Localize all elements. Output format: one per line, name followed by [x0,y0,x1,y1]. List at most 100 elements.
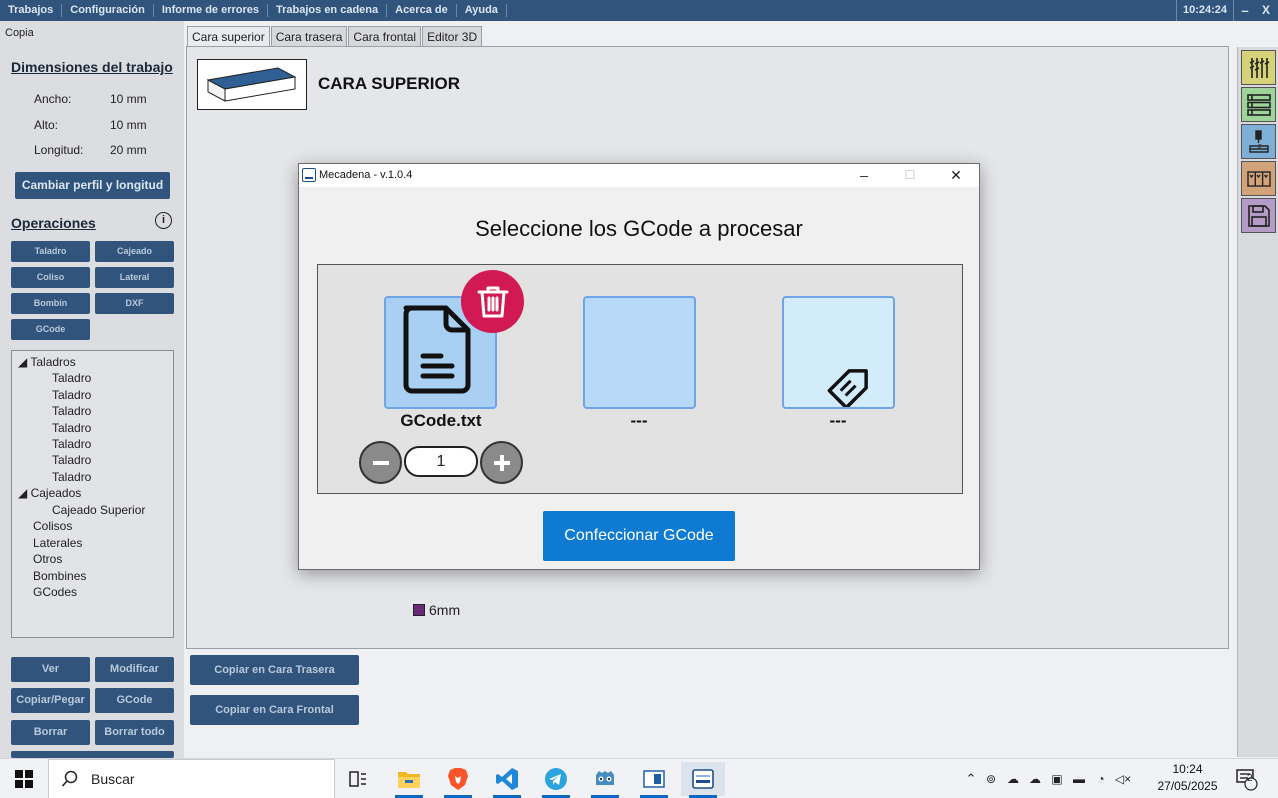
mecadena-app-icon [692,769,714,789]
change-profile-button[interactable]: Cambiar perfil y longitud [15,172,170,199]
tools-button[interactable] [1241,50,1276,85]
profiles-button[interactable] [1241,161,1276,196]
dimension-label: Ancho: [34,92,72,106]
modify-button[interactable]: Modificar [95,657,174,682]
tree-leaf-taladro[interactable]: Taladro [52,452,91,468]
gcode-slot-3-caption: --- [829,411,847,430]
op-taladro-button[interactable]: Taladro [11,241,90,262]
delete-all-button[interactable]: Borrar todo [95,720,174,745]
tree-node-laterales[interactable]: Laterales [33,535,82,551]
tray-chevron-icon[interactable]: ⌃ [962,771,980,787]
tree-node-gcodes[interactable]: GCodes [33,584,77,600]
left-panel: Copia Dimensiones del trabajo Ancho: 10 m… [0,21,184,758]
tree-leaf-taladro[interactable]: Taladro [52,387,91,403]
tree-node-taladros[interactable]: ◢ Taladros [18,354,76,370]
menu-acerca-de[interactable]: Acerca de [387,4,457,17]
tree-leaf-taladro[interactable]: Taladro [52,370,91,386]
copy-rear-face-button[interactable]: Copiar en Cara Trasera [190,655,359,685]
menu-configuracion[interactable]: Configuración [62,4,154,17]
telegram-button[interactable] [534,762,578,798]
op-gcode-button[interactable]: GCode [11,319,90,340]
create-gcode-button[interactable]: Confeccionar GCode [543,511,735,561]
delete-button[interactable]: Borrar [11,720,90,745]
brave-browser-button[interactable] [436,762,480,798]
op-lateral-button[interactable]: Lateral [95,267,174,288]
copy-paste-button[interactable]: Copiar/Pegar [11,688,90,713]
tray-volume-icon[interactable]: ◁× [1112,772,1134,786]
taskbar-time: 10:24 [1172,762,1203,776]
gcode-slot-3[interactable] [782,296,895,410]
save-button[interactable] [1241,198,1276,233]
app-window-button[interactable] [632,762,676,798]
tree-leaf-taladro[interactable]: Taladro [52,469,91,485]
drill-bits-icon [1249,57,1269,78]
tray-meet-icon[interactable]: ⊚ [980,772,1002,786]
tab-cara-frontal[interactable]: Cara frontal [348,26,422,47]
face-title: CARA SUPERIOR [318,74,460,93]
info-icon[interactable]: i [155,212,172,229]
app-close-button[interactable]: X [1256,0,1276,21]
dialog-close-button[interactable]: ✕ [933,164,979,187]
menu-trabajos[interactable]: Trabajos [0,4,63,17]
tree-node-cajeados[interactable]: ◢ Cajeados [18,485,81,501]
menu-informe-errores[interactable]: Informe de errores [154,4,269,17]
gcode-slot-1-caption: GCode.txt [400,411,482,430]
decrement-button[interactable] [359,441,402,484]
trash-icon [477,286,508,317]
increment-button[interactable] [480,441,523,484]
dialog-minimize-button[interactable]: – [841,164,887,187]
tree-leaf-taladro[interactable]: Taladro [52,420,91,436]
notification-center-button[interactable]: 2 [1234,759,1258,798]
tree-node-colisos[interactable]: Colisos [33,518,72,534]
op-coliso-button[interactable]: Coliso [11,267,90,288]
tree-node-bombines[interactable]: Bombines [33,568,86,584]
tree-node-otros[interactable]: Otros [33,551,62,567]
dialog-maximize-button[interactable]: ☐ [887,164,933,187]
tray-battery-icon[interactable]: ▬ [1068,772,1090,786]
dialog-titlebar: Mecadena - v.1.0.4 – ☐ ✕ [299,164,979,187]
vscode-button[interactable] [485,762,529,798]
file-explorer-button[interactable] [387,762,431,798]
gcode-slot-2[interactable] [583,296,696,409]
system-tray: ⌃ ⊚ ☁ ☁ ▣ ▬ ◔ ◁× [962,759,1134,798]
notification-icon [1236,769,1258,791]
tree-leaf-cajeado[interactable]: Cajeado Superior [52,502,145,518]
op-cajeado-button[interactable]: Cajeado [95,241,174,262]
tab-cara-superior[interactable]: Cara superior [187,26,270,47]
task-view-button[interactable] [336,762,380,796]
tray-display-icon[interactable]: ▣ [1046,772,1068,786]
tab-editor-3d[interactable]: Editor 3D [422,26,483,47]
app-menubar: Trabajos Configuración Informe de errore… [0,0,1278,21]
remove-gcode-button[interactable] [461,270,524,333]
tray-wifi-icon[interactable]: ◔ [1090,772,1112,786]
brave-lion-icon [448,768,468,790]
quantity-field[interactable]: 1 [404,446,478,477]
mecadena-button[interactable] [681,762,725,798]
windows-taskbar: Buscar ⌃ ⊚ ☁ ☁ ▣ ▬ ◔ ◁× 10:24 27/05/2025… [0,758,1278,798]
godot-button[interactable] [583,762,627,798]
app-minimize-button[interactable]: – [1234,0,1256,21]
tree-leaf-taladro[interactable]: Taladro [52,436,91,452]
taskbar-search-input[interactable]: Buscar [48,759,335,798]
start-button[interactable] [0,759,48,798]
taskbar-clock[interactable]: 10:24 27/05/2025 [1150,761,1225,795]
dialog-title: Mecadena - v.1.0.4 [319,169,413,181]
tray-onedrive-icon[interactable]: ☁ [1024,772,1046,786]
copy-front-face-button[interactable]: Copiar en Cara Frontal [190,695,359,725]
menu-ayuda[interactable]: Ayuda [457,4,507,17]
more-button-partial[interactable] [11,751,174,758]
search-icon [61,770,78,787]
op-bombin-button[interactable]: Bombín [11,293,90,314]
op-dxf-button[interactable]: DXF [95,293,174,314]
machine-button[interactable]: Z [1241,124,1276,159]
tray-cloud-off-icon[interactable]: ☁ [1002,772,1024,786]
tab-cara-trasera[interactable]: Cara trasera [270,26,348,47]
gcode-button[interactable]: GCode [95,688,174,713]
view-button[interactable]: Ver [11,657,90,682]
workpiece-thumbnail [197,59,307,110]
face-tabs: Cara superior Cara trasera Cara frontal … [187,26,483,47]
list-view-button[interactable] [1241,87,1276,122]
menu-trabajos-cadena[interactable]: Trabajos en cadena [268,4,388,17]
dimension-row-width: Ancho: 10 mm [34,92,147,106]
tree-leaf-taladro[interactable]: Taladro [52,403,91,419]
